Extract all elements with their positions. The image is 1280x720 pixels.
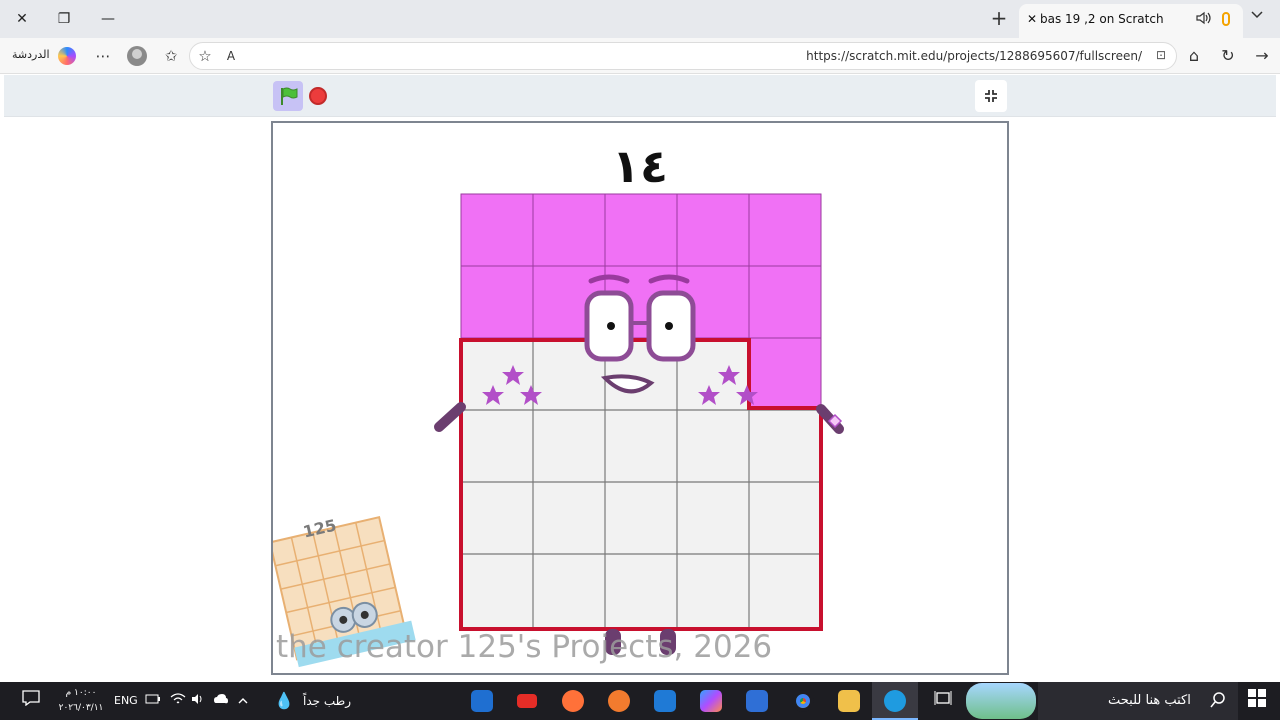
windows-taskbar: ١٠:٠٠ م ٢٠٢٦/٠٣/١١ ENG 💧 رطب جداً اكتب ه…	[0, 682, 1280, 720]
green-flag-button[interactable]	[273, 81, 303, 111]
chat-label[interactable]: الدردشة	[12, 48, 50, 61]
taskbar-search[interactable]: اكتب هنا للبحث	[1038, 682, 1238, 720]
active-tab[interactable]: ✕ bas 19 ,2 on Scratch	[1019, 4, 1243, 38]
tab-close-icon[interactable]: ✕	[1027, 12, 1037, 26]
exit-fullscreen-button[interactable]	[975, 80, 1007, 112]
stage-artwork	[273, 193, 844, 668]
task-view-icon[interactable]	[934, 689, 952, 713]
edge-app-active[interactable]	[872, 682, 918, 720]
weather-text[interactable]: رطب جداً	[303, 689, 351, 713]
show-hidden-icons-chevron[interactable]	[237, 689, 249, 713]
site-info-lock-icon[interactable]: ⊡	[1156, 48, 1166, 62]
forward-icon[interactable]: →	[1251, 45, 1273, 67]
browser-app-icon[interactable]	[608, 690, 630, 712]
creator-credit-text: the creator 125's Projects, 2026	[276, 629, 773, 665]
copilot-icon[interactable]	[58, 47, 76, 65]
language-indicator[interactable]: ENG	[114, 689, 138, 713]
scratch-controls-bar	[4, 75, 1276, 117]
windows-start-icon[interactable]	[1248, 689, 1266, 713]
store-app-icon[interactable]	[746, 690, 768, 712]
restore-window-button[interactable]: ❐	[42, 0, 86, 38]
weather-icon[interactable]: 💧	[274, 689, 294, 713]
restore-icon: ❐	[57, 11, 71, 27]
battery-saver-icon	[1222, 12, 1230, 26]
speaker-icon[interactable]	[1196, 11, 1212, 29]
address-toolbar: الدردشة ⋯ ✩ ☆ A https://scratch.mit.edu/…	[0, 38, 1280, 74]
url-text[interactable]: https://scratch.mit.edu/projects/1288695…	[806, 49, 1142, 63]
wifi-icon[interactable]	[170, 689, 186, 713]
favorites-icon[interactable]: ✩	[160, 45, 182, 67]
onedrive-icon[interactable]	[213, 689, 229, 713]
minimize-icon: —	[101, 11, 115, 27]
more-options-icon[interactable]: ⋯	[94, 45, 112, 67]
minimize-window-button[interactable]: —	[86, 0, 130, 38]
home-icon[interactable]: ⌂	[1183, 45, 1205, 67]
tab-title: bas 19 ,2 on Scratch	[1040, 12, 1164, 26]
clock-time: ١٠:٠٠ م	[65, 688, 97, 698]
scratch-stage[interactable]: ١٤ 125 the creator 125's Projects, 2026	[271, 121, 1009, 675]
exit-fullscreen-icon	[985, 90, 997, 102]
address-bar[interactable]: ☆ A https://scratch.mit.edu/projects/128…	[189, 42, 1177, 70]
outlook-app-icon[interactable]	[654, 690, 676, 712]
profile-avatar[interactable]	[127, 46, 147, 66]
new-tab-button[interactable]: +	[986, 7, 1012, 31]
title-bar: ✕ ❐ — + ✕ bas 19 ,2 on Scratch	[0, 0, 1280, 38]
read-aloud-icon[interactable]: A	[220, 45, 242, 67]
refresh-icon[interactable]: ↻	[1217, 45, 1239, 67]
search-placeholder: اكتب هنا للبحث	[1108, 693, 1191, 708]
stop-button[interactable]	[309, 87, 327, 105]
file-explorer-app-icon[interactable]	[838, 690, 860, 712]
tab-actions-chevron-icon[interactable]	[1250, 8, 1264, 24]
battery-icon[interactable]	[145, 689, 161, 713]
clock[interactable]: ١٠:٠٠ م ٢٠٢٦/٠٣/١١	[54, 686, 108, 716]
close-icon: ✕	[16, 11, 28, 27]
firefox-app-icon[interactable]	[562, 690, 584, 712]
left-arm	[434, 402, 466, 432]
youtube-app-icon[interactable]	[517, 694, 537, 708]
notifications-icon[interactable]	[22, 689, 40, 713]
volume-icon[interactable]	[191, 689, 205, 713]
edge-app-icon	[884, 690, 906, 712]
chrome-app-icon[interactable]	[792, 690, 814, 712]
copilot-app-icon[interactable]	[700, 690, 722, 712]
number-label: ١٤	[611, 139, 669, 193]
search-highlight-image[interactable]	[966, 683, 1036, 719]
close-window-button[interactable]: ✕	[0, 0, 44, 38]
add-favorite-star-icon[interactable]: ☆	[194, 45, 216, 67]
screen-recorder-app-icon[interactable]	[471, 690, 493, 712]
green-flag-icon	[281, 87, 298, 105]
clock-date: ٢٠٢٦/٠٣/١١	[58, 703, 104, 713]
search-icon	[1210, 692, 1226, 712]
